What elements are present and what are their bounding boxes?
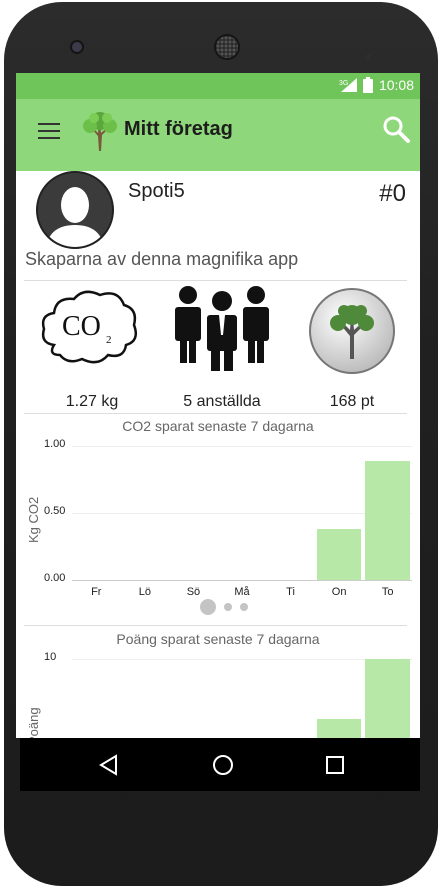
app-toolbar: Mitt företag [16, 99, 420, 171]
menu-icon[interactable] [38, 123, 60, 139]
pager-dot[interactable] [224, 603, 232, 611]
x-tick-label: Må [234, 586, 250, 598]
divider [24, 625, 407, 626]
co2-saved-label: 1.27 kg [65, 393, 119, 410]
points-y-tick: 10 [44, 651, 57, 663]
gridline [72, 513, 412, 514]
battery-icon [362, 77, 373, 93]
company-profile: Spoti5 #0 Skaparna av denna magnifika ap… [16, 171, 420, 281]
co2-y-tick: 0.50 [44, 505, 66, 517]
chart-bar [365, 659, 410, 738]
status-time: 10:08 [378, 77, 414, 93]
company-rank: #0 [379, 180, 406, 207]
co2-chart-title: CO2 sparat senaste 7 dagarna [122, 418, 314, 434]
points-tree-icon [309, 288, 395, 374]
points-chart-title: Poäng sparat senaste 7 dagarna [116, 631, 320, 647]
x-axis-line [72, 580, 412, 581]
x-tick-label: Lö [138, 586, 151, 598]
x-tick-label: Fr [91, 586, 102, 598]
earpiece-speaker [216, 36, 238, 58]
employees-label: 5 anställda [183, 393, 261, 410]
x-tick-label: Ti [286, 586, 295, 598]
recents-icon[interactable] [318, 748, 352, 782]
person-silhouette-icon [38, 173, 112, 247]
co2-chart-ylabel: Kg CO2 [26, 496, 41, 543]
svg-text:CO: CO [62, 311, 101, 342]
employees-icon [175, 286, 269, 371]
chart-bar [316, 529, 362, 580]
points-label: 168 pt [329, 393, 375, 410]
x-tick-label: Sö [186, 586, 201, 598]
pager-dot[interactable] [240, 603, 248, 611]
chart-bar [365, 460, 410, 580]
divider [24, 413, 407, 414]
chart-bar [316, 719, 362, 738]
back-icon[interactable] [92, 748, 126, 782]
company-description: Skaparna av denna magnifika app [25, 249, 299, 269]
app-screen: 3G 10:08 Mitt företag Spoti5 #0 Skaparna… [16, 73, 420, 738]
divider [24, 280, 407, 281]
signal-icon: 3G [339, 78, 357, 92]
svg-text:3G: 3G [339, 80, 348, 87]
pager-dot-active[interactable] [200, 599, 216, 615]
app-title: Mitt företag [124, 118, 233, 140]
chart-pager[interactable] [200, 599, 248, 615]
home-icon[interactable] [206, 748, 240, 782]
gridline [72, 446, 412, 447]
company-name: Spoti5 [128, 180, 185, 202]
search-icon[interactable] [382, 115, 410, 143]
avatar[interactable] [36, 171, 114, 249]
gridline [72, 659, 412, 660]
co2-cloud-icon: CO 2 [41, 290, 137, 364]
tree-logo-icon [83, 112, 117, 151]
x-tick-label: On [331, 586, 347, 598]
proximity-sensor [366, 44, 382, 78]
x-tick-label: To [381, 586, 394, 598]
android-nav-bar [20, 738, 420, 791]
status-bar: 3G 10:08 [16, 73, 420, 99]
points-chart-ylabel: Poäng [26, 707, 41, 738]
svg-text:2: 2 [106, 334, 112, 346]
front-camera [72, 42, 82, 52]
co2-y-tick: 0.00 [44, 572, 66, 584]
co2-y-tick: 1.00 [44, 438, 66, 450]
